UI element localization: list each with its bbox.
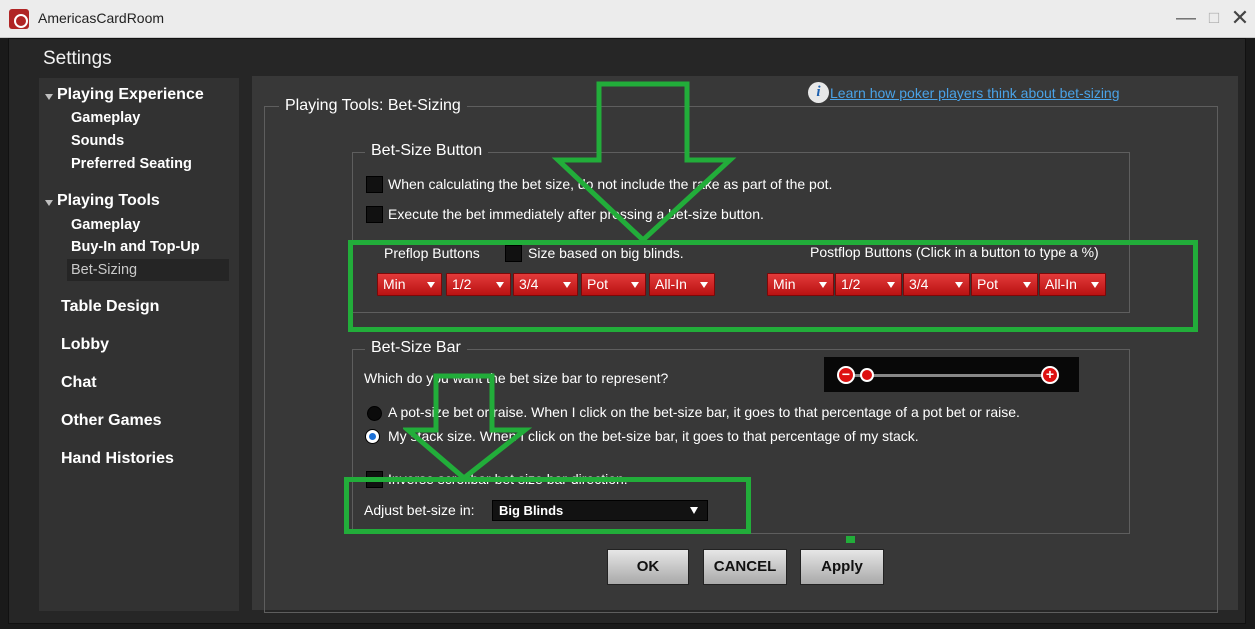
minimize-icon[interactable]: —	[1172, 3, 1200, 33]
sidebar-item-bet-sizing[interactable]: Bet-Sizing	[67, 259, 229, 281]
highlight-box-adjust-select	[344, 477, 751, 534]
info-icon[interactable]: i	[808, 82, 829, 103]
pot-size-radio[interactable]	[367, 406, 382, 421]
close-icon[interactable]: ✕	[1226, 3, 1254, 33]
sidebar-item-sounds[interactable]: Sounds	[71, 133, 124, 149]
sidebar-item-lobby[interactable]: Lobby	[61, 336, 109, 354]
bet-size-bar-preview: − +	[824, 357, 1079, 392]
sidebar-item-chat[interactable]: Chat	[61, 374, 97, 392]
highlight-box-bet-buttons	[348, 240, 1198, 332]
sidebar-group-playing-tools[interactable]: Playing Tools	[57, 192, 160, 210]
sidebar-item-other-games[interactable]: Other Games	[61, 412, 161, 430]
slider-handle	[860, 368, 874, 382]
window-titlebar: AmericasCardRoom — □ ✕	[0, 0, 1255, 38]
bet-size-bar-legend: Bet-Size Bar	[365, 339, 467, 357]
settings-sidebar: Playing Experience Gameplay Sounds Prefe…	[39, 78, 239, 611]
sidebar-item-hand-histories[interactable]: Hand Histories	[61, 450, 174, 468]
sidebar-item-preferred-seating[interactable]: Preferred Seating	[71, 156, 192, 172]
app-logo-icon	[9, 9, 29, 29]
bet-sizing-help-link[interactable]: Learn how poker players think about bet-…	[830, 85, 1120, 101]
expand-triangle-icon[interactable]	[45, 94, 53, 100]
apply-button[interactable]: Apply	[800, 549, 884, 585]
plus-icon: +	[1041, 366, 1059, 384]
down-arrow-annotation-icon	[403, 373, 533, 482]
highlight-marker	[846, 536, 855, 543]
window-title: AmericasCardRoom	[38, 10, 165, 26]
expand-triangle-icon[interactable]	[45, 200, 53, 206]
sidebar-item-buy-in[interactable]: Buy-In and Top-Up	[71, 239, 200, 255]
sidebar-item-pt-gameplay[interactable]: Gameplay	[71, 217, 140, 233]
maximize-icon[interactable]: □	[1200, 3, 1228, 33]
down-arrow-annotation-icon	[551, 81, 737, 244]
slider-track	[852, 374, 1052, 377]
exclude-rake-checkbox[interactable]	[366, 176, 383, 193]
minus-icon: −	[837, 366, 855, 384]
sidebar-item-table-design[interactable]: Table Design	[61, 298, 159, 316]
execute-immediately-checkbox[interactable]	[366, 206, 383, 223]
section-title: Playing Tools: Bet-Sizing	[279, 97, 467, 115]
settings-title: Settings	[43, 48, 112, 69]
sidebar-group-playing-experience[interactable]: Playing Experience	[57, 86, 204, 104]
cancel-button[interactable]: CANCEL	[703, 549, 787, 585]
bet-size-button-legend: Bet-Size Button	[365, 142, 489, 160]
stack-size-radio[interactable]	[365, 429, 380, 444]
sidebar-item-pe-gameplay[interactable]: Gameplay	[71, 110, 140, 126]
ok-button[interactable]: OK	[607, 549, 689, 585]
